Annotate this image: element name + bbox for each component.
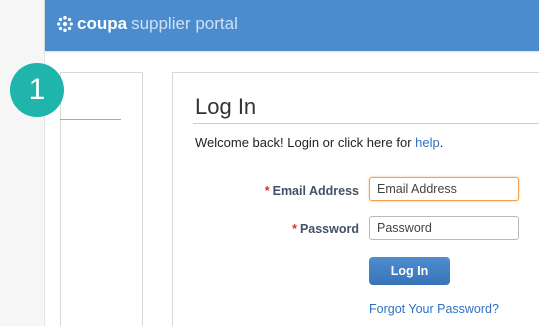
logo-subtitle-text: supplier portal	[131, 14, 238, 33]
welcome-message: Welcome back! Login or click here for he…	[195, 135, 443, 150]
welcome-suffix: .	[439, 135, 444, 150]
logo-brand-text: coupa	[77, 14, 128, 33]
email-label: * Email Address	[265, 184, 359, 198]
side-panel-divider	[60, 119, 121, 120]
required-asterisk: *	[292, 222, 297, 236]
login-button[interactable]: Log In	[369, 257, 450, 285]
login-title: Log In	[195, 94, 257, 119]
password-field[interactable]	[369, 216, 519, 240]
coupa-logo-icon	[57, 15, 73, 33]
welcome-text: Welcome back! Login or click here for	[195, 135, 416, 150]
top-header-bar: coupa supplier portal	[45, 0, 539, 51]
side-panel	[60, 72, 143, 326]
email-label-text: Email Address	[272, 184, 359, 198]
email-field[interactable]	[369, 177, 519, 201]
coupa-logo[interactable]: coupa supplier portal	[56, 12, 238, 36]
help-link[interactable]: help	[415, 135, 440, 150]
login-panel: Log In Welcome back! Login or click here…	[172, 72, 539, 326]
page: coupa supplier portal 1 Log In Welcome b…	[0, 0, 539, 326]
password-label: * Password	[292, 222, 359, 236]
step-number-badge: 1	[10, 63, 64, 117]
title-divider	[193, 123, 539, 124]
left-gutter	[0, 0, 44, 326]
password-label-text: Password	[299, 222, 359, 236]
forgot-password-link[interactable]: Forgot Your Password?	[369, 302, 499, 316]
required-asterisk: *	[264, 184, 270, 198]
